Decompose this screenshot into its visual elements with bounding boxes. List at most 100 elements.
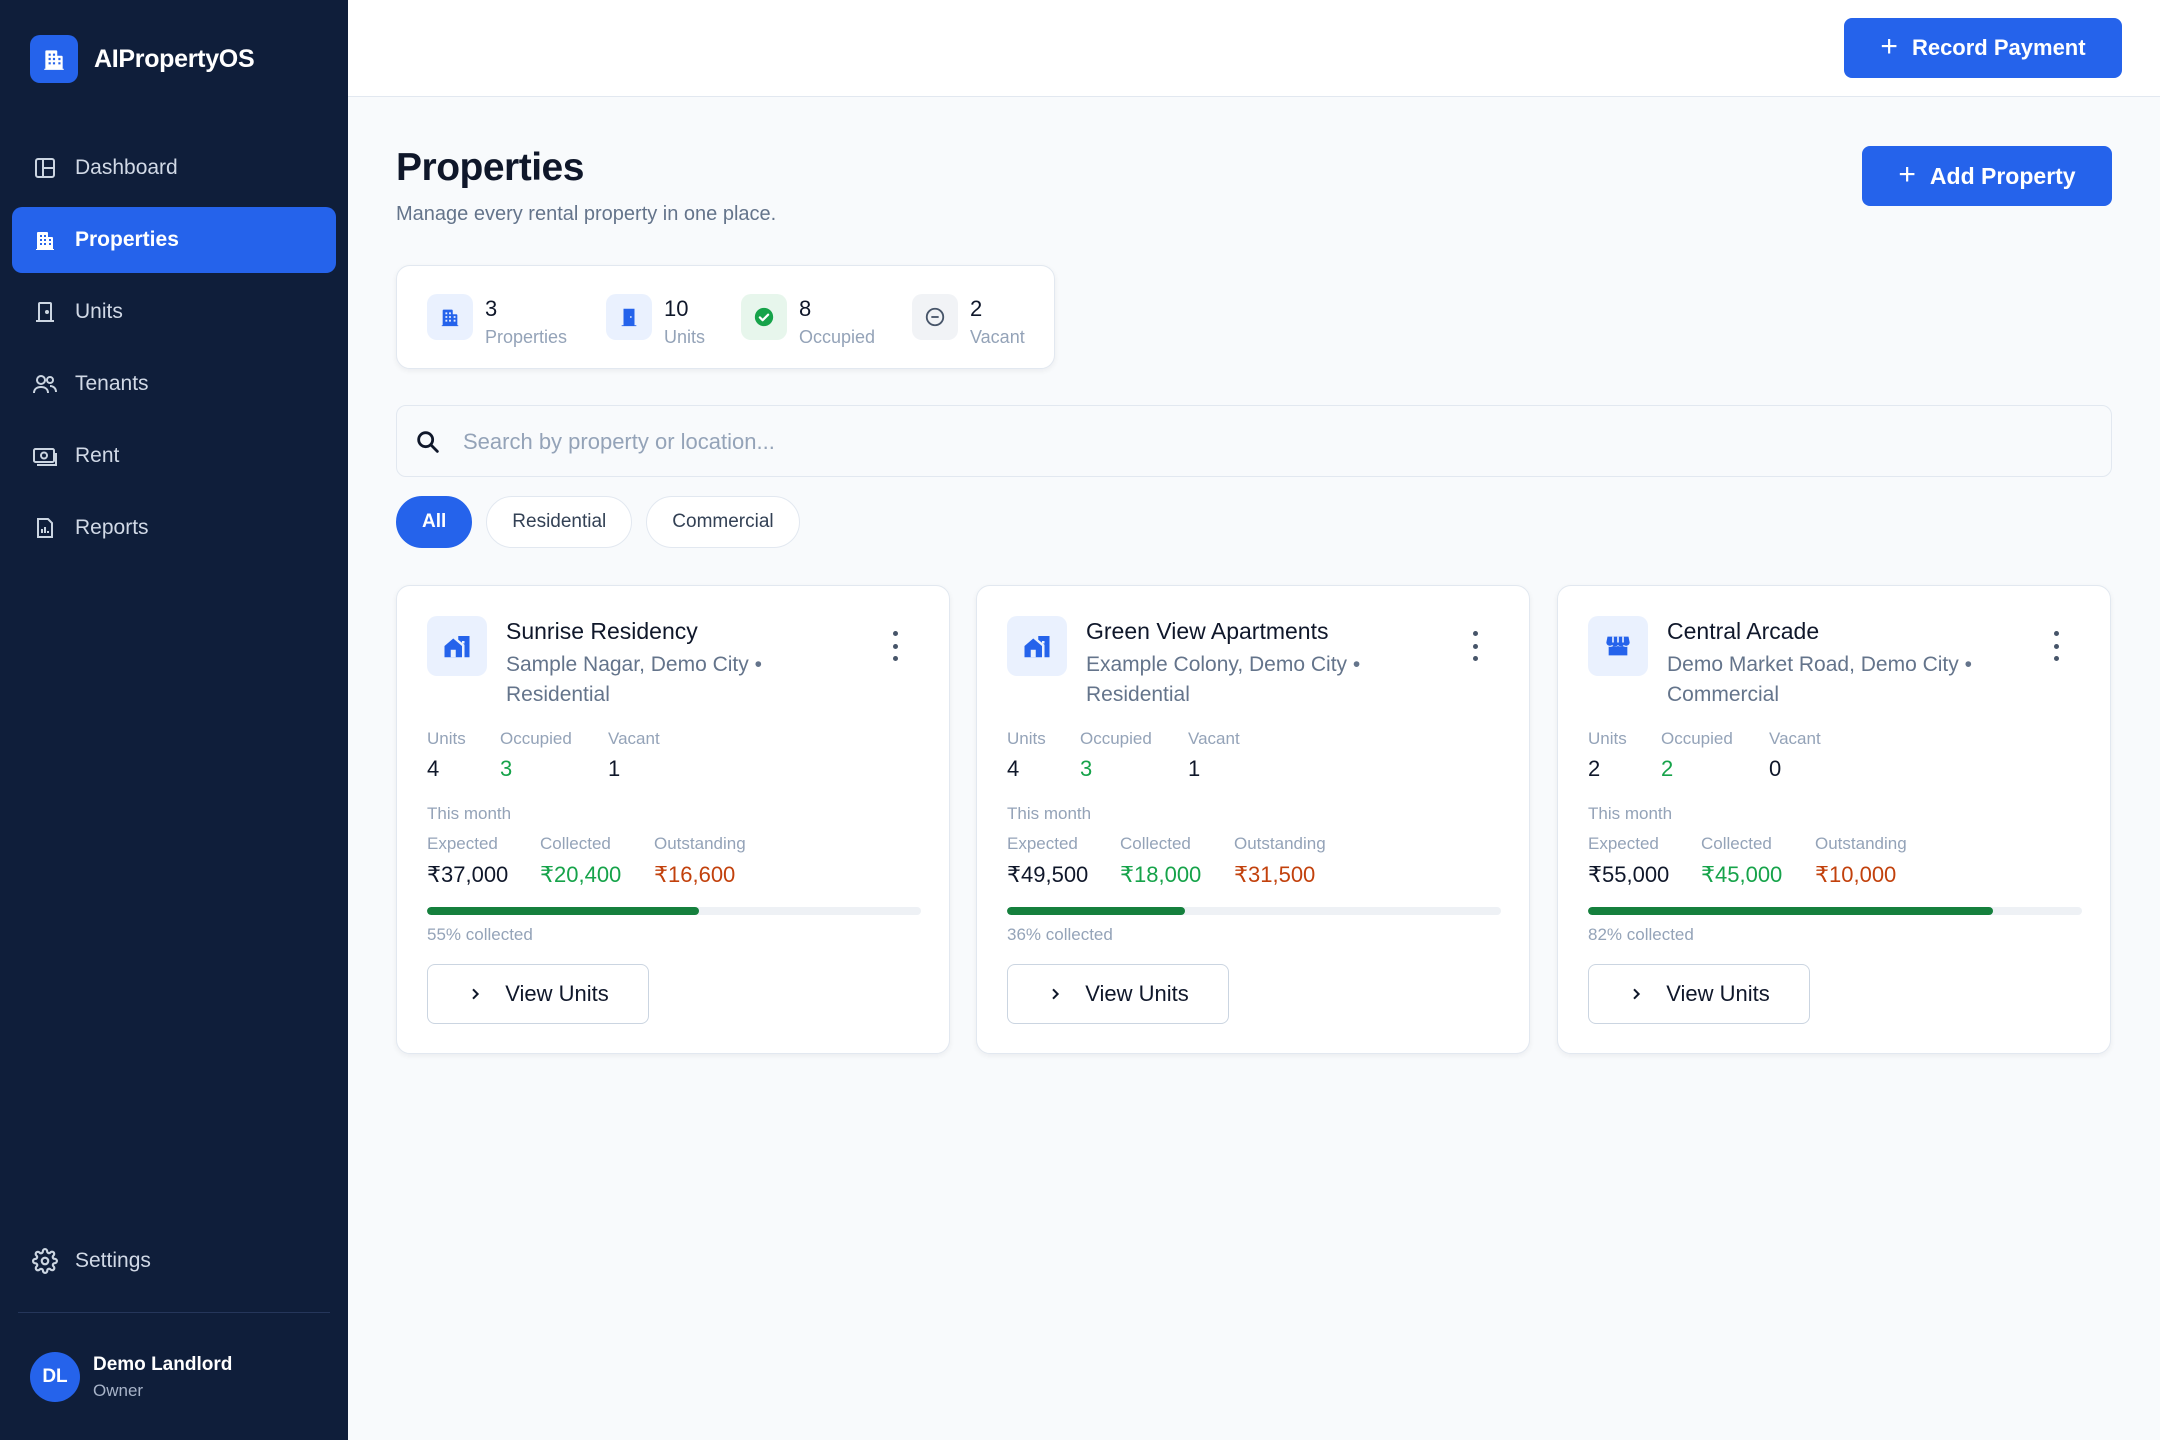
property-name: Sunrise Residency — [506, 618, 698, 644]
sidebar-item-units[interactable]: Units — [12, 279, 336, 345]
collected-label: Collected — [1701, 834, 1772, 853]
units-value: 4 — [427, 756, 440, 781]
buildings-icon — [427, 294, 473, 340]
sidebar-item-reports[interactable]: Reports — [12, 495, 336, 561]
brand-name: AIPropertyOS — [94, 44, 255, 73]
record-payment-button[interactable]: + Record Payment — [1844, 18, 2122, 78]
vacant-value: 0 — [1769, 756, 1782, 781]
units-value: 2 — [1588, 756, 1601, 781]
collected-percent: 36% collected — [1007, 925, 1113, 944]
add-property-button[interactable]: + Add Property — [1862, 146, 2112, 206]
vacant-label: Vacant — [1769, 729, 1821, 748]
sidebar-item-label: Tenants — [75, 372, 149, 395]
this-month-label: This month — [1007, 804, 1092, 823]
sidebar: AIPropertyOS Dashboard Properties Units … — [0, 0, 348, 1440]
stat-label: Units — [664, 327, 706, 347]
stat-properties: 3 Properties — [427, 294, 567, 348]
page-title: Properties — [396, 146, 584, 189]
plus-icon: + — [1898, 157, 1916, 191]
property-name: Green View Apartments — [1086, 618, 1329, 644]
collection-progress-fill — [1588, 907, 1994, 915]
expected-value: ₹37,000 — [427, 862, 509, 887]
vacant-label: Vacant — [608, 729, 660, 748]
more-options-icon[interactable] — [1471, 631, 1479, 661]
vacant-label: Vacant — [1188, 729, 1240, 748]
collection-progress-fill — [1007, 907, 1185, 915]
this-month-label: This month — [427, 804, 512, 823]
users-icon — [31, 370, 59, 398]
sidebar-item-properties[interactable]: Properties — [12, 207, 336, 273]
collected-percent: 82% collected — [1588, 925, 1694, 944]
topbar: + Record Payment — [348, 0, 2160, 97]
expected-value: ₹49,500 — [1007, 862, 1089, 887]
sidebar-item-settings[interactable]: Settings — [12, 1228, 336, 1294]
stat-value: 2 — [970, 296, 983, 321]
collection-progress-bar — [1588, 907, 2082, 915]
buildings-logo-icon — [30, 35, 78, 83]
collection-progress-bar — [1007, 907, 1501, 915]
expected-label: Expected — [1007, 834, 1078, 853]
sidebar-item-rent[interactable]: Rent — [12, 423, 336, 489]
stat-value: 10 — [664, 296, 689, 321]
sidebar-item-label: Dashboard — [75, 156, 178, 179]
record-payment-label: Record Payment — [1911, 35, 2086, 60]
view-units-label: View Units — [505, 981, 609, 1006]
collected-value: ₹18,000 — [1120, 862, 1202, 887]
property-card: Central Arcade Demo Market Road, Demo Ci… — [1557, 585, 2111, 1054]
view-units-button[interactable]: View Units — [1007, 964, 1229, 1024]
search-input[interactable] — [463, 422, 2063, 462]
avatar: DL — [30, 1352, 80, 1402]
filter-commercial[interactable]: Commercial — [646, 496, 800, 548]
collection-progress-bar — [427, 907, 921, 915]
brand[interactable]: AIPropertyOS — [30, 35, 255, 83]
stat-value: 8 — [799, 296, 812, 321]
chevron-right-icon — [1633, 988, 1641, 1000]
occupied-value: 3 — [1080, 756, 1093, 781]
home-icon — [427, 616, 487, 676]
occupied-value: 3 — [500, 756, 513, 781]
more-options-icon[interactable] — [891, 631, 899, 661]
collected-percent: 55% collected — [427, 925, 533, 944]
property-location: Example Colony, Demo City • Residential — [1086, 653, 1361, 706]
sidebar-item-dashboard[interactable]: Dashboard — [12, 135, 336, 201]
filter-residential[interactable]: Residential — [486, 496, 633, 548]
stat-occupied: 8 Occupied — [741, 294, 875, 348]
search-icon — [414, 428, 442, 461]
view-units-button[interactable]: View Units — [1588, 964, 1810, 1024]
collected-label: Collected — [1120, 834, 1191, 853]
door-icon — [31, 298, 59, 326]
occupied-value: 2 — [1661, 756, 1674, 781]
add-property-label: Add Property — [1929, 162, 2076, 189]
settings-section: Settings — [12, 1228, 336, 1300]
property-location: Demo Market Road, Demo City • Commercial — [1667, 653, 1972, 706]
expected-label: Expected — [427, 834, 498, 853]
expected-label: Expected — [1588, 834, 1659, 853]
sidebar-item-tenants[interactable]: Tenants — [12, 351, 336, 417]
gear-icon — [31, 1247, 59, 1275]
user-role: Owner — [93, 1380, 144, 1400]
dashboard-icon — [31, 154, 59, 182]
collected-value: ₹20,400 — [540, 862, 622, 887]
sidebar-item-label: Units — [75, 300, 123, 323]
filter-all[interactable]: All — [396, 496, 473, 548]
units-value: 4 — [1007, 756, 1020, 781]
occupied-label: Occupied — [500, 729, 572, 748]
buildings-icon — [31, 226, 59, 254]
outstanding-label: Outstanding — [1815, 834, 1907, 853]
stat-label: Properties — [485, 327, 568, 347]
stat-vacant: 2 Vacant — [912, 294, 1025, 348]
vacant-value: 1 — [608, 756, 621, 781]
cash-icon — [31, 442, 59, 470]
view-units-button[interactable]: View Units — [427, 964, 649, 1024]
check-circle-icon — [741, 294, 787, 340]
user-profile[interactable]: DL Demo Landlord Owner — [30, 1352, 232, 1402]
stat-units: 10 Units — [606, 294, 705, 348]
sidebar-item-label: Rent — [75, 444, 120, 467]
more-options-icon[interactable] — [2052, 631, 2060, 661]
search-bar — [396, 405, 2112, 477]
sidebar-item-label: Reports — [75, 516, 149, 539]
storefront-icon — [1588, 616, 1648, 676]
view-units-label: View Units — [1085, 981, 1189, 1006]
occupied-label: Occupied — [1080, 729, 1152, 748]
outstanding-value: ₹16,600 — [654, 862, 736, 887]
